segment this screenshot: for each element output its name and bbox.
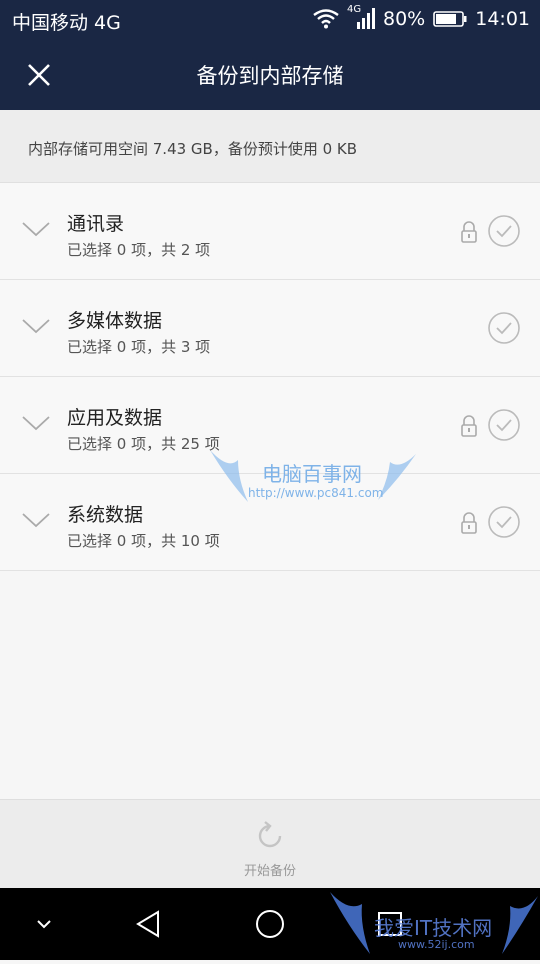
status-icons: 4G 80% 14:01 [313, 4, 530, 30]
select-checkbox[interactable] [487, 311, 521, 345]
bottom-action-bar: 开始备份 [0, 799, 540, 889]
storage-info-text: 内部存储可用空间 7.43 GB，备份预计使用 0 KB [28, 140, 358, 158]
item-subtitle: 已选择 0 项，共 25 项 [67, 435, 220, 453]
refresh-icon [258, 821, 282, 848]
item-subtitle: 已选择 0 项，共 2 项 [67, 241, 211, 259]
chevron-down-icon[interactable] [20, 219, 52, 239]
backup-category-list: 通讯录 已选择 0 项，共 2 项 多媒体数据 已选择 0 项，共 3 项 应用… [0, 183, 540, 571]
item-subtitle: 已选择 0 项，共 3 项 [67, 338, 211, 356]
title-bar: 备份到内部存储 [0, 38, 540, 110]
recents-icon[interactable] [372, 906, 408, 942]
start-backup-label: 开始备份 [243, 864, 296, 879]
chevron-down-icon[interactable] [20, 316, 52, 336]
page-title: 备份到内部存储 [196, 64, 344, 88]
navigation-bar [0, 888, 540, 960]
battery-icon [433, 11, 467, 27]
battery-percent: 80% [383, 8, 426, 30]
network-badge: 4G [347, 4, 362, 15]
item-subtitle: 已选择 0 项，共 10 项 [67, 532, 220, 550]
back-icon[interactable] [132, 906, 168, 942]
select-checkbox[interactable] [487, 214, 521, 248]
home-icon[interactable] [252, 906, 288, 942]
item-name: 应用及数据 [67, 407, 163, 429]
lock-icon [461, 512, 477, 534]
chevron-down-icon[interactable] [20, 413, 52, 433]
select-checkbox[interactable] [487, 408, 521, 442]
list-item-system[interactable]: 系统数据 已选择 0 项，共 10 项 [0, 474, 540, 571]
signal-icon: 4G [347, 4, 375, 30]
item-name: 通讯录 [67, 213, 125, 235]
storage-info-banner: 内部存储可用空间 7.43 GB，备份预计使用 0 KB [0, 110, 540, 183]
lock-icon [461, 415, 477, 437]
item-name: 多媒体数据 [67, 310, 163, 332]
list-item-contacts[interactable]: 通讯录 已选择 0 项，共 2 项 [0, 183, 540, 280]
lock-icon [461, 221, 477, 243]
list-item-apps[interactable]: 应用及数据 已选择 0 项，共 25 项 [0, 377, 540, 474]
status-bar: 中国移动 4G 4G 80% 14:01 [0, 0, 540, 38]
wifi-icon [313, 9, 339, 29]
select-checkbox[interactable] [487, 505, 521, 539]
carrier-label: 中国移动 4G [12, 12, 121, 34]
chevron-down-icon[interactable] [26, 906, 62, 942]
item-name: 系统数据 [67, 504, 144, 526]
list-item-media[interactable]: 多媒体数据 已选择 0 项，共 3 项 [0, 280, 540, 377]
clock: 14:01 [475, 8, 530, 30]
start-backup-button[interactable]: 开始备份 [220, 814, 320, 884]
chevron-down-icon[interactable] [20, 510, 52, 530]
